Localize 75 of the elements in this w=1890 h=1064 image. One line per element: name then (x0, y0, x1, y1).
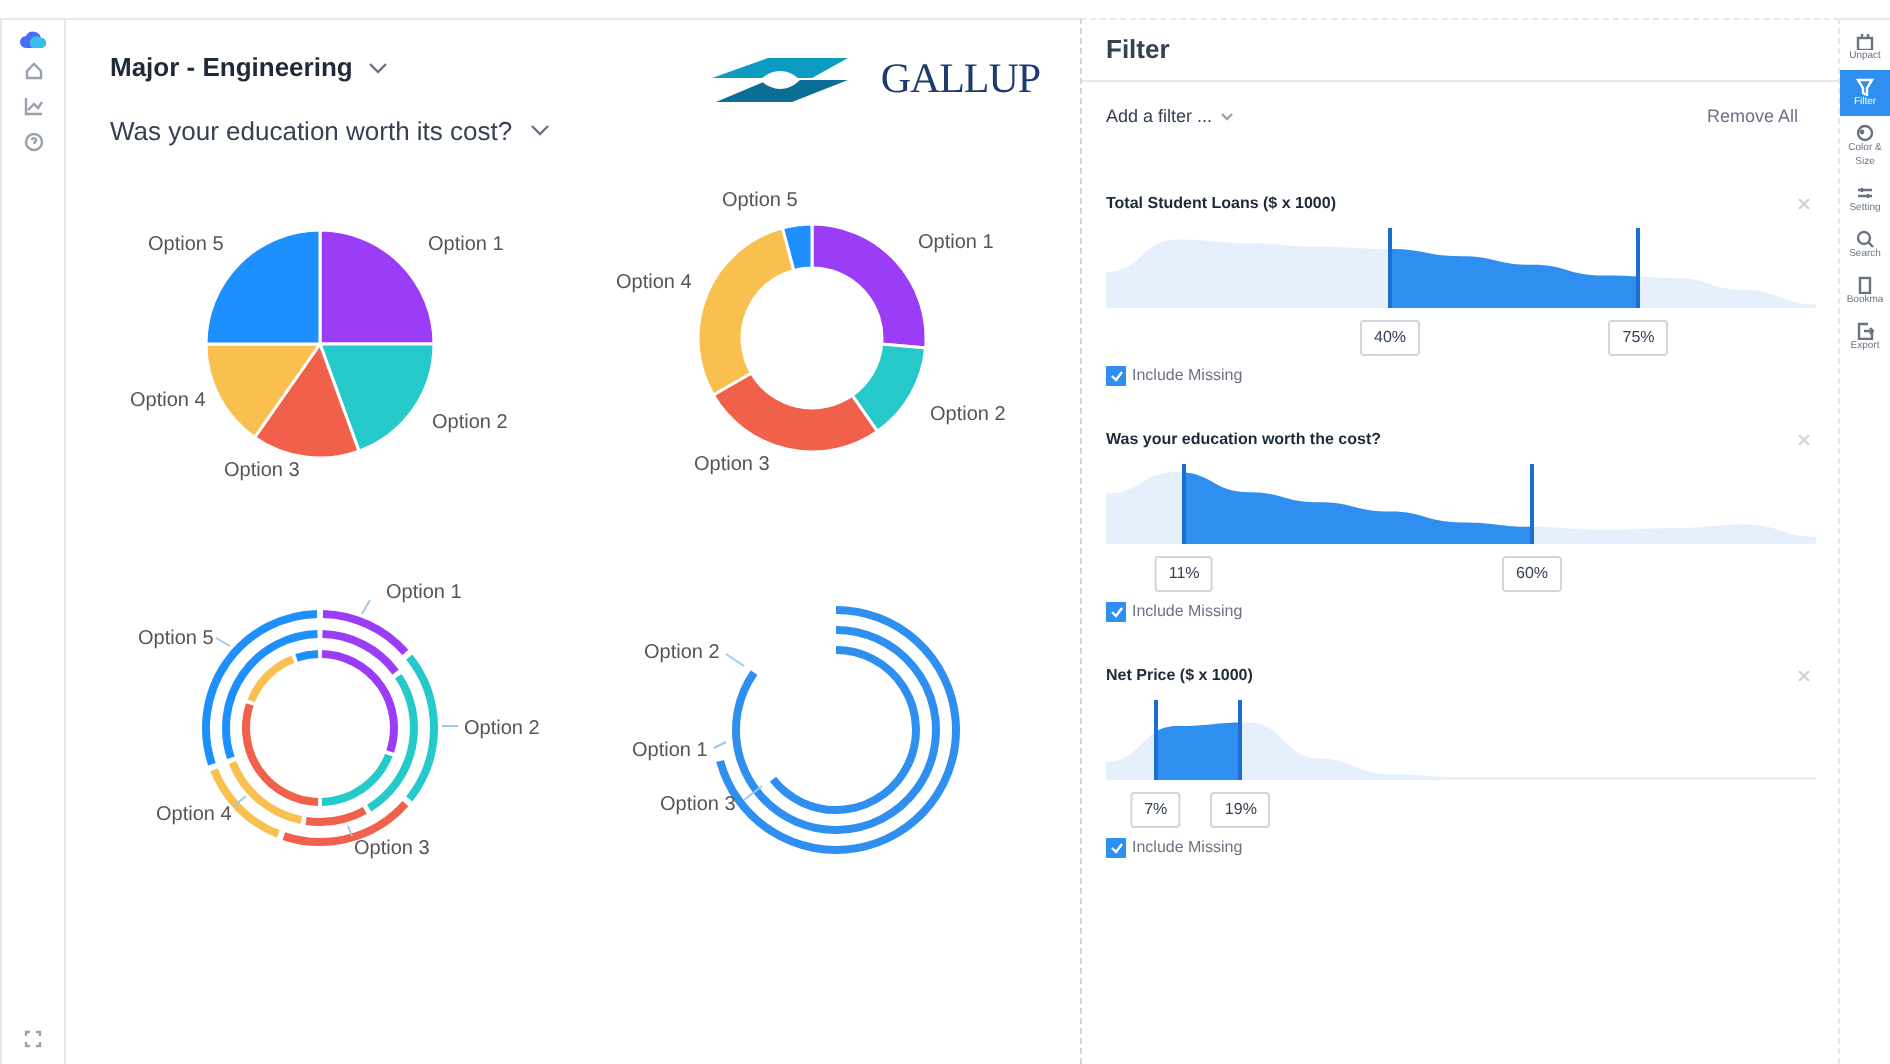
question-dropdown[interactable]: Was your education worth its cost? (110, 111, 551, 150)
chart-label: Option 3 (224, 460, 300, 482)
filter-title: Total Student Loans ($ x 1000) (1106, 191, 1336, 215)
leader-line (743, 785, 763, 801)
checkbox[interactable] (1106, 601, 1126, 621)
line-chart-icon (23, 96, 43, 116)
chart-label: Option 3 (354, 838, 430, 860)
chart-label: Option 1 (428, 234, 504, 256)
chart-label: Option 5 (148, 234, 224, 256)
checkbox[interactable] (1106, 365, 1126, 385)
cloud-logo-icon (20, 30, 46, 48)
leader-line (725, 653, 745, 667)
expand-icon (24, 1030, 42, 1048)
sliders-icon (1856, 184, 1874, 202)
leader-line (361, 599, 371, 615)
logo-wordmark: GALLUP (880, 52, 1040, 106)
remove-all-link[interactable]: Remove All (1706, 104, 1798, 131)
leader-line (215, 637, 231, 647)
chart-label: Option 1 (386, 582, 462, 604)
palette-icon (1856, 124, 1874, 142)
chart-label: Option 3 (694, 454, 770, 476)
panel-title: Filter (1106, 32, 1170, 69)
home-icon (23, 60, 43, 80)
range-handle-label[interactable]: 75% (1608, 319, 1669, 355)
swoosh-logo-icon (708, 53, 853, 106)
help-icon (23, 132, 43, 152)
filter-icon (1856, 78, 1874, 96)
leader-line (233, 795, 247, 807)
checkbox-label: Include Missing (1132, 599, 1243, 623)
range-handle-label[interactable]: 11% (1154, 555, 1214, 591)
chevron-down-icon (368, 61, 389, 74)
range-handle-label[interactable]: 19% (1210, 791, 1271, 827)
chart-label: Option 2 (464, 718, 540, 740)
range-handle[interactable] (1153, 699, 1158, 779)
range-handle-label[interactable]: 7% (1130, 791, 1182, 827)
chart-label: Option 4 (130, 390, 206, 412)
leader-line (441, 725, 459, 727)
chart-label: Option 1 (632, 740, 708, 762)
chevron-down-icon (530, 124, 551, 137)
box-icon (1856, 32, 1874, 50)
search-icon (1856, 230, 1874, 248)
check-icon (1109, 605, 1123, 617)
dimension-dropdown[interactable]: Major - Engineering (110, 48, 551, 87)
add-filter-dropdown[interactable]: Add a filter ... (1106, 104, 1235, 131)
filter-title: Was your education worth the cost? (1106, 427, 1381, 451)
range-handle[interactable] (1238, 699, 1243, 779)
chart-label: Option 5 (138, 628, 214, 650)
chevron-down-icon (1220, 112, 1235, 123)
leader-line (347, 825, 353, 837)
chart-label: Option 2 (930, 404, 1006, 426)
chart-label: Option 3 (660, 794, 736, 816)
range-handle[interactable] (1530, 463, 1534, 543)
chart-label: Option 4 (156, 804, 232, 826)
range-handle[interactable] (1388, 227, 1392, 307)
range-handle-label[interactable]: 40% (1360, 319, 1420, 355)
close-icon (1798, 669, 1810, 681)
leader-line (713, 741, 727, 749)
checkbox-label: Include Missing (1132, 835, 1243, 859)
range-handle[interactable] (1636, 227, 1641, 307)
close-icon (1798, 433, 1810, 445)
export-icon (1856, 322, 1874, 340)
bookmark-icon (1856, 276, 1874, 294)
chart-label: Option 2 (644, 642, 720, 664)
chart-label: Option 5 (722, 190, 798, 212)
check-icon (1109, 841, 1123, 853)
range-handle-label[interactable]: 60% (1502, 555, 1562, 591)
range-handle[interactable] (1182, 463, 1187, 543)
check-icon (1109, 369, 1123, 381)
chart-label: Option 2 (432, 412, 508, 434)
checkbox-label: Include Missing (1132, 363, 1243, 387)
chart-label: Option 4 (616, 272, 692, 294)
chart-label: Option 1 (918, 232, 994, 254)
close-icon (1798, 197, 1810, 209)
filter-title: Net Price ($ x 1000) (1106, 663, 1253, 687)
checkbox[interactable] (1106, 837, 1126, 857)
